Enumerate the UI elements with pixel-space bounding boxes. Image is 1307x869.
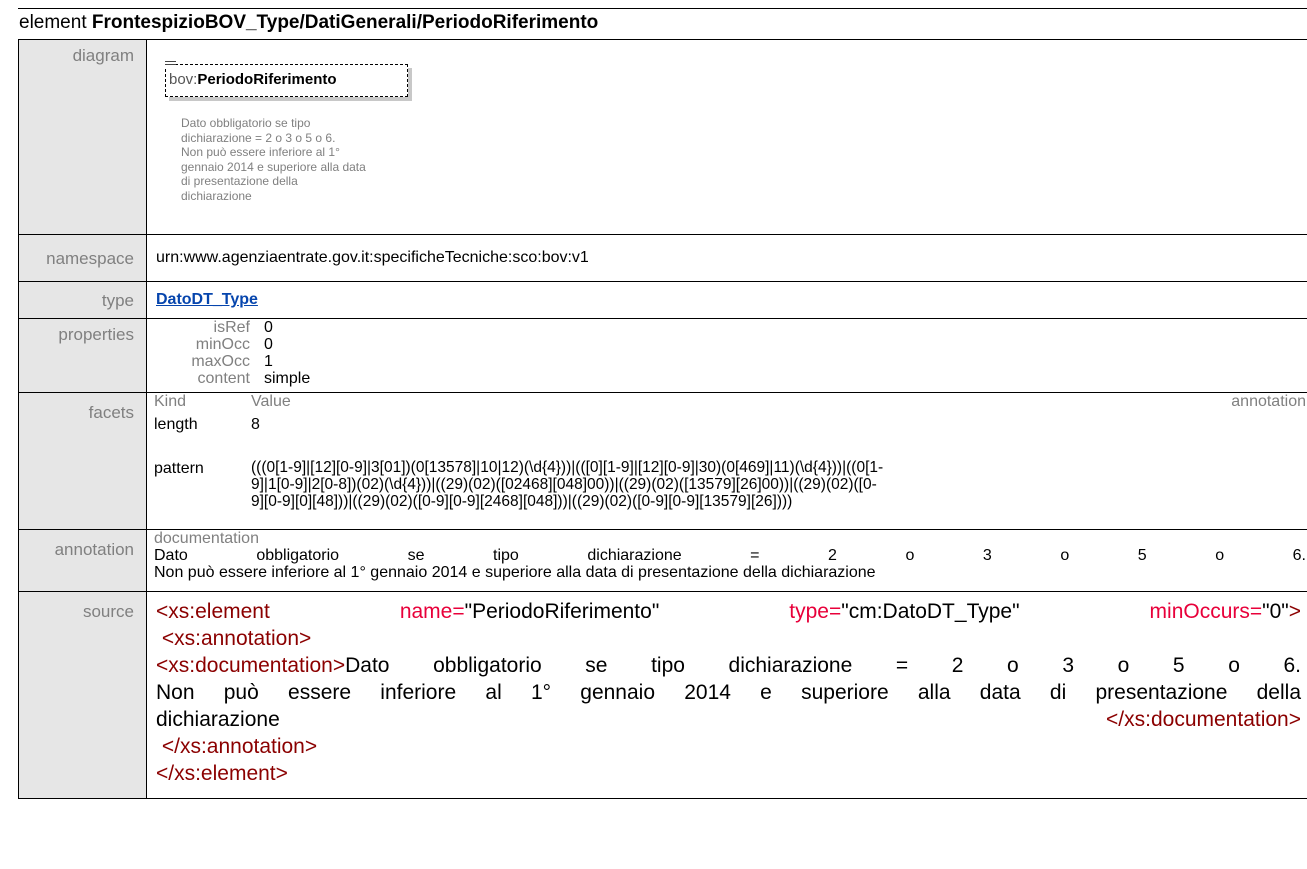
xml-value: "0" (1262, 600, 1289, 623)
facets-cell: Kind Value annotation length 8 pattern (… (146, 392, 1307, 530)
annotation-doc-line1: Dato obbligatorio se tipo dichiarazione … (154, 547, 1306, 564)
property-row: minOcc 0 (156, 336, 1307, 353)
pattern-line: (((0[1-9]|[12][0-9]|3[01])(0[13578]|10|1… (251, 459, 884, 476)
type-link[interactable]: DatoDT_Type (156, 291, 258, 308)
row-type: type DatoDT_Type (18, 281, 1307, 319)
property-value: 0 (264, 336, 273, 353)
facet-value-pattern: (((0[1-9]|[12][0-9]|3[01])(0[13578]|10|1… (251, 459, 1151, 510)
row-diagram: diagram bov:PeriodoRiferimento Dato obbl… (18, 39, 1307, 235)
diagram-prefix: bov: (169, 71, 198, 88)
xml-text: Non può essere inferiore al 1° gennaio 2… (156, 681, 1301, 704)
note-line: dichiarazione = 2 o 3 o 5 o 6. (181, 130, 336, 145)
source-line-element-close: </xs:element> (156, 760, 1301, 787)
xml-text: Dato obbligatorio se tipo dichiarazione … (345, 654, 1301, 677)
note-line: gennaio 2014 e superiore alla data (181, 159, 366, 174)
source-line-element-open: <xs:element name="PeriodoRiferimento" ty… (156, 598, 1301, 625)
annotation-doc-line2: Non può essere inferiore al 1° gennaio 2… (154, 564, 876, 581)
annotation-header: documentation (154, 530, 259, 547)
xml-attr: name= (399, 600, 465, 623)
facet-kind-length: length (154, 416, 198, 433)
facets-header-value: Value (251, 393, 291, 410)
annotation-lines-icon (165, 59, 176, 68)
diagram-element-box[interactable]: bov:PeriodoRiferimento (165, 64, 408, 97)
property-row: isRef 0 (156, 319, 1307, 336)
facets-header-kind: Kind (154, 393, 187, 410)
title-element-path: FrontespizioBOV_Type/DatiGenerali/Period… (91, 12, 599, 33)
row-facets: facets Kind Value annotation length 8 pa… (18, 392, 1307, 530)
row-label-annotation: annotation (18, 529, 147, 592)
title-prefix: element (19, 12, 92, 33)
source-line-doc-close: dichiarazione </xs:documentation> (156, 706, 1301, 733)
property-row: maxOcc 1 (156, 353, 1307, 370)
xml-tag: </xs:documentation> (1106, 708, 1301, 731)
row-label-source: source (18, 591, 147, 799)
property-key: isRef (213, 319, 250, 336)
note-line: di presentazione della (181, 174, 298, 188)
namespace-value: urn:www.agenziaentrate.gov.it:specifiche… (146, 234, 1307, 282)
property-value: simple (264, 370, 311, 387)
row-label-diagram: diagram (18, 39, 147, 235)
facet-value-length: 8 (251, 416, 260, 433)
element-doc-table: diagram bov:PeriodoRiferimento Dato obbl… (18, 39, 1307, 799)
source-line-doc-text: Non può essere inferiore al 1° gennaio 2… (156, 679, 1301, 706)
diagram-annotation-note: Dato obbligatorio se tipo dichiarazione … (181, 116, 421, 203)
xml-value: "PeriodoRiferimento" (464, 600, 660, 623)
xml-tag: </xs:annotation> (161, 735, 318, 758)
type-cell: DatoDT_Type (146, 281, 1307, 319)
xml-attr: minOccurs= (1149, 600, 1263, 623)
xml-attr: type= (789, 600, 842, 623)
xml-value: "cm:DatoDT_Type" (841, 600, 1020, 623)
facet-kind-pattern: pattern (154, 460, 204, 477)
facets-header-annotation: annotation (1231, 393, 1306, 410)
xml-tag: </xs:element> (156, 762, 288, 785)
xml-tag: <xs:element (156, 600, 270, 623)
source-line-documentation: <xs:documentation>Dato obbligatorio se t… (156, 652, 1301, 679)
xml-tag: <xs:documentation> (156, 654, 346, 677)
row-properties: properties isRef 0 minOcc 0 maxOcc 1 conten… (18, 318, 1307, 393)
property-value: 1 (264, 353, 273, 370)
page: element FrontespizioBOV_Type/DatiGeneral… (0, 0, 1307, 869)
note-line: Dato obbligatorio se tipo (181, 116, 311, 130)
row-label-type: type (18, 281, 147, 319)
properties-list: isRef 0 minOcc 0 maxOcc 1 content simple (146, 318, 1307, 393)
pattern-line: 9][0-9][0][48]))|((29)(02)([0-9][0-9][24… (251, 493, 793, 510)
diagram-area: bov:PeriodoRiferimento Dato obbligatorio… (156, 40, 1307, 234)
row-label-properties: properties (18, 318, 147, 393)
facets-table: Kind Value annotation length 8 pattern (… (147, 393, 1307, 529)
pattern-line: 9]|1[0-9]|2[0-8])(02)(\d{4}))|((29)(02)(… (251, 476, 877, 493)
note-line: Non può essere inferiore al 1° (181, 145, 340, 159)
property-value: 0 (264, 319, 273, 336)
row-namespace: namespace urn:www.agenziaentrate.gov.it:… (18, 234, 1307, 282)
xml-tag: > (1288, 600, 1302, 623)
row-label-namespace: namespace (18, 234, 147, 282)
property-key: maxOcc (191, 353, 250, 370)
source-line-annotation-open: <xs:annotation> (156, 625, 1301, 652)
diagram-cell: bov:PeriodoRiferimento Dato obbligatorio… (146, 39, 1307, 235)
row-source: source <xs:element name="PeriodoRiferime… (18, 591, 1307, 799)
note-line: dichiarazione (181, 188, 252, 203)
source-line-annotation-close: </xs:annotation> (156, 733, 1301, 760)
xml-tag: <xs:annotation> (161, 627, 312, 650)
xml-text: dichiarazione (156, 708, 280, 731)
source-code: <xs:element name="PeriodoRiferimento" ty… (146, 591, 1307, 799)
row-label-facets: facets (18, 392, 147, 530)
diagram-element-name: PeriodoRiferimento (197, 71, 337, 88)
property-row: content simple (156, 370, 1307, 387)
property-key: minOcc (195, 336, 250, 353)
annotation-cell: documentation Dato obbligatorio se tipo … (146, 529, 1307, 592)
page-title: element FrontespizioBOV_Type/DatiGeneral… (18, 8, 1307, 40)
row-annotation: annotation documentation Dato obbligator… (18, 529, 1307, 592)
property-key: content (197, 370, 250, 387)
